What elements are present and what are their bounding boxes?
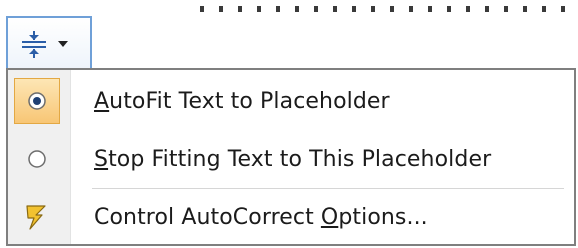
menu-item-autofit-text[interactable]: AutoFit Text to Placeholder (12, 76, 570, 126)
menu-item-stop-fitting[interactable]: Stop Fitting Text to This Placeholder (12, 134, 570, 184)
autofit-options-menu: AutoFit Text to Placeholder Stop Fitting… (6, 68, 576, 246)
autocorrect-lightning-icon (14, 194, 60, 240)
placeholder-border (200, 6, 578, 12)
autofit-options-icon (20, 29, 48, 59)
autofit-options-button[interactable] (6, 16, 92, 70)
radio-selected-icon (14, 78, 60, 124)
menu-item-autocorrect-options[interactable]: Control AutoCorrect Options... (12, 192, 570, 242)
menu-item-label: AutoFit Text to Placeholder (94, 88, 390, 114)
radio-empty-icon (14, 136, 60, 182)
dropdown-arrow-icon (58, 41, 68, 47)
menu-separator (92, 188, 564, 189)
menu-item-label: Stop Fitting Text to This Placeholder (94, 146, 492, 172)
menu-item-label: Control AutoCorrect Options... (94, 204, 428, 230)
